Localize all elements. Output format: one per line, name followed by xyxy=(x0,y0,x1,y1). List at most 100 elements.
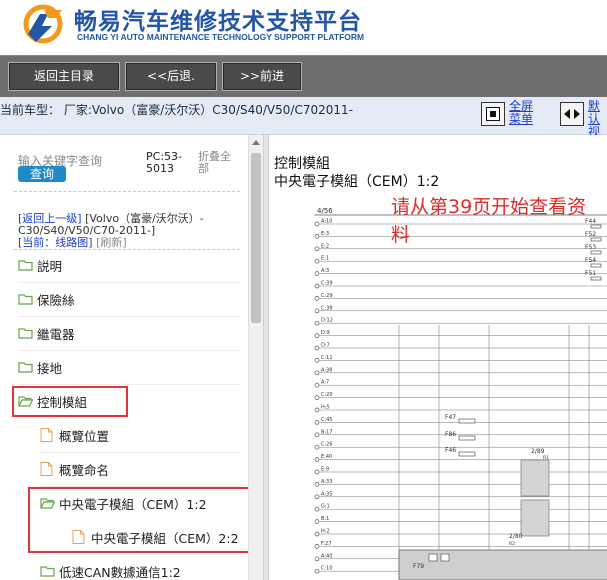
pin-circle xyxy=(314,457,320,462)
pin-label: A:40 xyxy=(321,553,332,559)
pin-label: E:2 xyxy=(321,243,329,249)
tree-item-cem-1-2[interactable]: 中央電子模組（CEM）1:2 xyxy=(40,493,207,513)
tree-item-control-modules[interactable]: 控制模組 xyxy=(18,391,87,411)
document-icon xyxy=(72,530,85,544)
pin-label: E:1 xyxy=(321,256,329,262)
document-icon xyxy=(40,428,53,442)
sidebar: 输入关键字查询 查询 PC:53- 5013 折叠全 部 [返回上一级] [Vo… xyxy=(0,135,248,580)
folder-icon xyxy=(18,293,33,305)
pin-label: C:11 xyxy=(321,355,333,361)
tree-item-cem-2-2[interactable]: 中央電子模組（CEM）2:2 xyxy=(72,527,239,547)
pin-label: F:27 xyxy=(321,541,332,547)
divider xyxy=(18,282,240,283)
tree-item-label: 概覽命名 xyxy=(59,462,110,478)
collapse-all-link[interactable]: 折叠全 部 xyxy=(198,151,231,175)
pin-circle xyxy=(314,308,320,314)
tree-item-explanation[interactable]: 説明 xyxy=(18,255,62,275)
tree-item-label: 中央電子模組（CEM）2:2 xyxy=(91,530,239,546)
content-subtitle: 中央電子模組（CEM）1:2 xyxy=(274,174,440,190)
app-header: 畅易汽车维修技术支持平台 CHANG YI AUTO MAINTENANCE T… xyxy=(0,0,607,55)
divider xyxy=(14,191,240,192)
refresh-link[interactable]: [刷新] xyxy=(96,236,127,249)
pc-code: PC:53- 5013 xyxy=(146,150,182,175)
pin-circle xyxy=(314,382,320,388)
pin-circle xyxy=(314,407,320,413)
pin-label: G:1 xyxy=(321,504,330,510)
tree-item-label: 低速CAN數據通信1:2 xyxy=(59,564,181,580)
fuse-symbol xyxy=(590,263,602,268)
forward-button[interactable]: >>前进 xyxy=(222,62,302,91)
inline-fuse-symbol xyxy=(458,451,476,457)
content-title: 控制模組 xyxy=(274,156,330,172)
inline-fuse-symbol xyxy=(458,435,476,441)
back-button[interactable]: <<后退. xyxy=(125,62,217,91)
nav-bar: 返回主目录 <<后退. >>前进 xyxy=(0,55,607,97)
sidebar-scrollbar[interactable] xyxy=(248,135,263,580)
pin-circle xyxy=(314,506,320,512)
pin-label: E:9 xyxy=(321,467,329,473)
relay-box xyxy=(520,459,550,497)
tree-item-ground[interactable]: 接地 xyxy=(18,357,62,377)
pin-label: D:12 xyxy=(321,318,333,324)
pin-circle xyxy=(314,568,320,574)
pin-circle xyxy=(314,420,320,425)
pin-circle xyxy=(314,358,320,363)
content-pane: 控制模組 中央電子模組（CEM）1:2 4/56 A:10 E:3 E:2 E:1 A:3… xyxy=(269,135,607,580)
fuse-label: F51 xyxy=(585,270,596,277)
scroll-thumb[interactable] xyxy=(251,153,261,323)
pin-circle xyxy=(314,482,320,487)
pin-circle xyxy=(314,432,320,438)
back-to-main-button[interactable]: 返回主目录 xyxy=(8,62,120,91)
relay-box xyxy=(520,499,550,537)
pin-label: C:10 xyxy=(321,566,333,572)
pin-circle xyxy=(314,370,320,376)
fullscreen-icon[interactable] xyxy=(481,102,505,126)
fullscreen-menu-link[interactable]: 全屏 菜单 xyxy=(509,100,533,126)
relay-label: 2/80 xyxy=(509,533,523,540)
tree-item-low-speed-can[interactable]: 低速CAN數據通信1:2 xyxy=(40,561,181,580)
query-button[interactable]: 查询 xyxy=(18,166,66,182)
pin-circle xyxy=(314,345,320,351)
pin-label: A:3 xyxy=(321,268,329,274)
brand-logo-icon xyxy=(23,4,63,44)
tree-item-label: 中央電子模組（CEM）1:2 xyxy=(59,496,207,512)
pin-label: H:2 xyxy=(321,529,330,535)
tree-item-label: 保險絲 xyxy=(37,292,75,308)
pin-label: H:5 xyxy=(321,405,330,411)
pin-label: B:1 xyxy=(321,516,329,522)
inline-fuse-label: F47 xyxy=(445,414,456,421)
inline-fuse-symbol xyxy=(458,418,476,424)
current-model-text: 当前车型： 厂家:Volvo（富豪/沃尔沃）C30/S40/V50/C70201… xyxy=(0,103,353,117)
folder-icon xyxy=(18,327,33,339)
divider xyxy=(18,384,240,385)
pin-circle xyxy=(314,444,320,450)
tree-item-relays[interactable]: 繼電器 xyxy=(18,323,75,343)
pin-circle xyxy=(314,519,320,524)
tree-item-fuses[interactable]: 保險絲 xyxy=(18,289,75,309)
tree-item-label: 概覽位置 xyxy=(59,428,110,444)
pin-circle xyxy=(314,283,320,289)
inline-fuse-label: F46 xyxy=(445,447,456,454)
tree-item-overview-location[interactable]: 概覽位置 xyxy=(40,425,109,445)
pin-circle xyxy=(314,258,320,264)
divider xyxy=(18,350,240,351)
folder-icon xyxy=(18,361,33,373)
pin-circle xyxy=(314,556,320,562)
pin-circle xyxy=(314,296,320,301)
folder-icon xyxy=(40,565,55,577)
current-name: 线路图] xyxy=(55,236,93,249)
pin-label: C:26 xyxy=(321,442,333,448)
fuse-label: F54 xyxy=(585,257,596,264)
pin-circle xyxy=(314,234,320,239)
module-connector xyxy=(428,553,438,562)
tree-item-overview-naming[interactable]: 概覽命名 xyxy=(40,459,109,479)
default-view-icon[interactable] xyxy=(560,102,584,126)
pin-circle xyxy=(314,494,320,500)
pin-circle xyxy=(314,221,320,227)
tree-item-label: 繼電器 xyxy=(37,326,75,342)
tree-item-label: 接地 xyxy=(37,360,63,376)
module-connector xyxy=(440,553,450,562)
pin-label: C:29 xyxy=(321,293,333,299)
pin-label: A:33 xyxy=(321,479,332,485)
scroll-up-icon[interactable] xyxy=(252,140,260,145)
